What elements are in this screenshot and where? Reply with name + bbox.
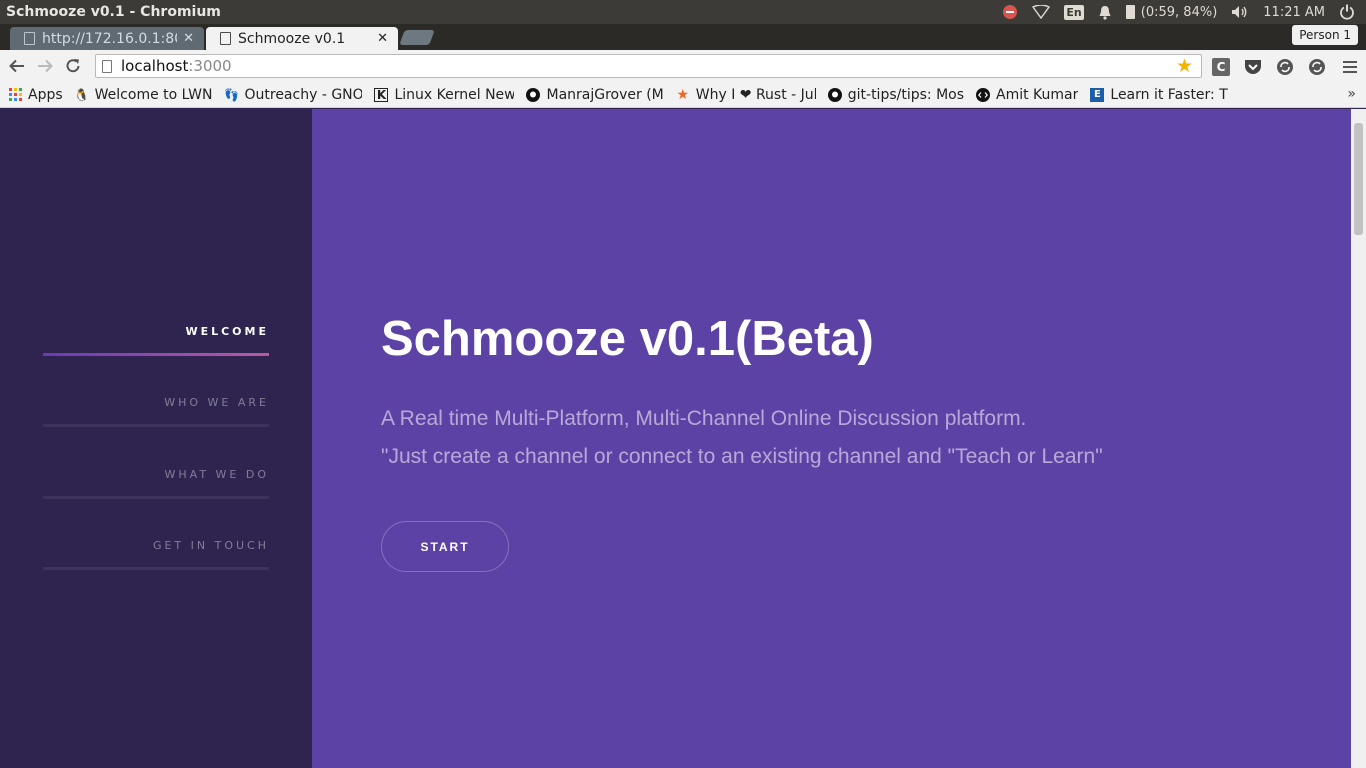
sidebar-item-welcome[interactable]: WELCOME: [43, 325, 269, 356]
os-top-bar: Schmooze v0.1 - Chromium En (0:59, 84%) …: [0, 0, 1366, 24]
bookmark-label: Why I ❤ Rust - Jul: [695, 86, 816, 103]
window-title: Schmooze v0.1 - Chromium: [6, 4, 221, 20]
menu-icon[interactable]: [1340, 57, 1360, 77]
page-icon: [220, 32, 231, 45]
tab-title: http://172.16.0.1:809: [42, 30, 178, 47]
page-title: Schmooze v0.1(Beta): [381, 312, 874, 366]
bookmark-label: git-tips/tips: Mos: [847, 86, 965, 103]
tab-strip: http://172.16.0.1:809 ✕ Schmooze v0.1 ✕: [0, 24, 1366, 50]
star-icon: ★: [676, 86, 690, 103]
tab-local-ip[interactable]: http://172.16.0.1:809 ✕: [10, 27, 204, 50]
tagline-quote: "Just create a channel or connect to an …: [381, 445, 1103, 468]
tux-icon: 🐧: [74, 87, 90, 102]
bookmark-label: Welcome to LWN: [94, 86, 213, 103]
profile-button[interactable]: Person 1: [1292, 25, 1358, 45]
welcome-section: Schmooze v0.1(Beta) A Real time Multi-Pl…: [312, 109, 1351, 768]
bookmark-label: Apps: [28, 86, 63, 103]
new-tab-button[interactable]: [399, 30, 435, 45]
sidebar-item-get-in-touch[interactable]: GET IN TOUCH: [43, 539, 269, 570]
page-viewport: WELCOME WHO WE ARE WHAT WE DO GET IN TOU…: [0, 109, 1366, 768]
sync-extension-icon[interactable]: [1275, 57, 1295, 77]
system-tray: En (0:59, 84%) 11:21 AM: [995, 0, 1366, 24]
close-icon[interactable]: ✕: [183, 31, 194, 46]
bookmark-apps[interactable]: Apps: [8, 87, 63, 103]
page-icon: [102, 59, 112, 73]
code-icon: [976, 87, 991, 102]
tab-title: Schmooze v0.1: [238, 30, 346, 47]
tagline: A Real time Multi-Platform, Multi-Channe…: [381, 407, 1027, 430]
url-port: :3000: [188, 57, 232, 75]
close-icon[interactable]: ✕: [377, 31, 388, 46]
scrollbar-thumb[interactable]: [1354, 123, 1363, 235]
bookmark-label: Linux Kernel New: [394, 86, 515, 103]
battery-text: (0:59, 84%): [1140, 4, 1218, 20]
bookmarks-bar: Apps 🐧 Welcome to LWN 👣 Outreachy - GNO …: [0, 82, 1366, 108]
notification-bell-icon[interactable]: [1091, 0, 1119, 24]
bookmark-label: Outreachy - GNO: [244, 86, 363, 103]
bookmark-label: ManrajGrover (M: [546, 86, 664, 103]
reload-icon[interactable]: [59, 52, 87, 80]
bookmark-label: Learn it Faster: Th: [1110, 86, 1229, 103]
bookmark-learn-it-faster[interactable]: E Learn it Faster: Th: [1090, 87, 1228, 103]
bookmark-outreachy[interactable]: 👣 Outreachy - GNO: [224, 87, 362, 103]
bookmark-why-rust[interactable]: ★ Why I ❤ Rust - Jul: [676, 86, 816, 103]
wifi-icon[interactable]: [1025, 0, 1057, 24]
github-icon: [827, 87, 842, 102]
tab-schmooze[interactable]: Schmooze v0.1 ✕: [206, 27, 398, 50]
battery-icon: [1125, 5, 1135, 19]
address-bar[interactable]: localhost:3000 ★: [95, 54, 1202, 78]
url-host: localhost: [121, 57, 189, 75]
bookmark-star-icon[interactable]: ★: [1176, 55, 1193, 77]
chevron-double-right-icon[interactable]: »: [1347, 86, 1356, 102]
back-icon[interactable]: [3, 52, 31, 80]
volume-icon[interactable]: [1224, 0, 1256, 24]
battery-indicator[interactable]: (0:59, 84%): [1119, 0, 1225, 24]
bookmark-label: Amit Kumar: [996, 86, 1079, 103]
pocket-icon[interactable]: [1243, 57, 1263, 77]
sidebar-item-what-we-do[interactable]: WHAT WE DO: [43, 468, 269, 499]
sidebar: WELCOME WHO WE ARE WHAT WE DO GET IN TOU…: [0, 109, 312, 768]
network-disconnected-icon[interactable]: [995, 0, 1025, 24]
sync-extension-icon[interactable]: [1307, 57, 1327, 77]
extension-c-icon[interactable]: C: [1211, 57, 1231, 77]
kernel-newbies-icon: K: [374, 87, 389, 102]
sidebar-item-who-we-are[interactable]: WHO WE ARE: [43, 396, 269, 427]
bookmark-amit-kumar[interactable]: Amit Kumar: [976, 87, 1078, 103]
browser-toolbar: localhost:3000 ★ C: [0, 50, 1366, 82]
bookmark-git-tips[interactable]: git-tips/tips: Mos: [827, 86, 965, 103]
gnome-foot-icon: 👣: [224, 87, 239, 102]
scrollbar[interactable]: [1351, 109, 1366, 768]
keyboard-layout-indicator[interactable]: En: [1057, 0, 1090, 24]
github-icon: [526, 87, 541, 102]
clock[interactable]: 11:21 AM: [1256, 0, 1332, 24]
bookmark-kernel-newbies[interactable]: K Linux Kernel New: [374, 87, 514, 103]
page-icon: [24, 32, 35, 45]
bookmark-lwn[interactable]: 🐧 Welcome to LWN: [75, 87, 213, 103]
learn-icon: E: [1090, 87, 1105, 102]
start-button[interactable]: START: [381, 521, 509, 572]
forward-icon[interactable]: [31, 52, 59, 80]
power-icon[interactable]: [1332, 0, 1362, 24]
apps-grid-icon: [8, 88, 22, 102]
bookmark-manrajgrover[interactable]: ManrajGrover (M: [526, 86, 664, 103]
